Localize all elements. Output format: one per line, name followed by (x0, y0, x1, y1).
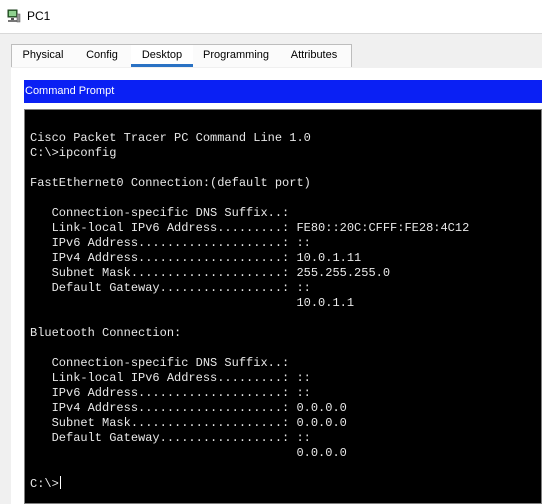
terminal-line: Default Gateway.................: :: (30, 431, 311, 445)
terminal-line: Cisco Packet Tracer PC Command Line 1.0 (30, 131, 311, 145)
terminal-line: FastEthernet0 Connection:(default port) (30, 176, 311, 190)
prompt-line[interactable]: C:\> (30, 476, 61, 492)
terminal-line: Link-local IPv6 Address.........: :: (30, 371, 311, 385)
tab-desktop[interactable]: Desktop (131, 45, 193, 67)
terminal-line: IPv4 Address....................: 0.0.0.… (30, 401, 347, 415)
tab-label: Attributes (290, 49, 338, 61)
title-bar: PC1 (0, 0, 542, 34)
pc-computer-icon (7, 9, 21, 23)
terminal-line: IPv4 Address....................: 10.0.1… (30, 251, 362, 265)
tab-physical[interactable]: Physical (13, 45, 73, 66)
terminal-line: C:\>ipconfig (30, 146, 117, 160)
terminal-line: Link-local IPv6 Address.........: FE80::… (30, 221, 470, 235)
tab-attributes[interactable]: Attributes (280, 45, 348, 66)
window-title: PC1 (27, 9, 51, 23)
tab-label: Physical (22, 49, 64, 61)
tab-config[interactable]: Config (78, 45, 126, 66)
tab-label: Config (86, 49, 118, 61)
terminal-line: 0.0.0.0 (30, 446, 347, 460)
tab-programming[interactable]: Programming (198, 45, 274, 66)
tab-label: Desktop (141, 49, 183, 61)
command-prompt-header: Command Prompt (24, 80, 542, 103)
prompt-text: C:\> (30, 477, 59, 491)
terminal-line: Subnet Mask.....................: 255.25… (30, 266, 391, 280)
terminal-output[interactable]: Cisco Packet Tracer PC Command Line 1.0 … (24, 109, 542, 504)
terminal-line: 10.0.1.1 (30, 296, 355, 310)
terminal-line: IPv6 Address....................: :: (30, 236, 311, 250)
active-tab-indicator (131, 64, 193, 67)
tab-bar: Physical Config Desktop Programming Attr… (0, 34, 542, 68)
terminal-line: IPv6 Address....................: :: (30, 386, 311, 400)
terminal-line: Default Gateway.................: :: (30, 281, 311, 295)
text-cursor (59, 476, 61, 489)
terminal-line: Connection-specific DNS Suffix..: (30, 206, 290, 220)
terminal-line: Subnet Mask.....................: 0.0.0.… (30, 416, 347, 430)
terminal-line: Connection-specific DNS Suffix..: (30, 356, 290, 370)
tab-label: Programming (202, 49, 270, 61)
terminal-line: Bluetooth Connection: (30, 326, 182, 340)
